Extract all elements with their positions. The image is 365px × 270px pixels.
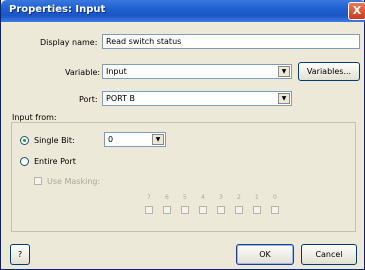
ok-button[interactable]: OK <box>236 244 294 265</box>
bit-label-1: 1 <box>255 194 259 201</box>
bit-checkbox-3[interactable] <box>217 206 225 214</box>
single-bit-label[interactable]: Single Bit: <box>34 136 75 145</box>
bit-checkbox-1[interactable] <box>253 206 261 214</box>
variables-button[interactable]: Variables... <box>298 62 360 81</box>
bit-checkbox-2[interactable] <box>235 206 243 214</box>
help-button[interactable]: ? <box>10 244 30 265</box>
bit-label-3: 3 <box>219 194 223 201</box>
cancel-button[interactable]: Cancel <box>301 244 357 265</box>
title-bar[interactable]: Properties: Input X <box>1 0 365 22</box>
entire-port-label[interactable]: Entire Port <box>34 157 76 166</box>
bit-checkbox-6[interactable] <box>163 206 171 214</box>
bit-checkbox-7[interactable] <box>145 206 153 214</box>
variable-dropdown[interactable]: Input ▼ <box>102 64 292 79</box>
bit-label-4: 4 <box>201 194 205 201</box>
dropdown-arrow-icon[interactable]: ▼ <box>278 93 290 104</box>
dropdown-arrow-icon[interactable]: ▼ <box>278 66 290 77</box>
bit-checkbox-0[interactable] <box>271 206 279 214</box>
bit-checkbox-4[interactable] <box>199 206 207 214</box>
bit-label-0: 0 <box>273 194 277 201</box>
bit-label-7: 7 <box>147 194 151 201</box>
input-from-label: Input from: <box>12 113 57 122</box>
entire-port-radio[interactable] <box>20 157 29 166</box>
variable-value: Input <box>106 67 127 76</box>
bit-label-6: 6 <box>165 194 169 201</box>
port-dropdown[interactable]: PORT B ▼ <box>102 91 292 106</box>
variable-label: Variable: <box>65 68 101 77</box>
dropdown-arrow-icon[interactable]: ▼ <box>152 134 164 145</box>
single-bit-dropdown[interactable]: 0 ▼ <box>104 132 166 147</box>
port-value: PORT B <box>106 94 136 103</box>
single-bit-radio[interactable] <box>20 136 29 145</box>
single-bit-value: 0 <box>108 135 114 144</box>
close-button[interactable]: X <box>348 2 365 20</box>
port-label: Port: <box>79 95 98 104</box>
bit-label-5: 5 <box>183 194 187 201</box>
bit-label-2: 2 <box>237 194 241 201</box>
use-masking-label: Use Masking: <box>47 177 101 186</box>
properties-dialog: Properties: Input X Display name: Read s… <box>0 0 365 270</box>
use-masking-checkbox[interactable] <box>34 177 42 185</box>
bit-checkbox-5[interactable] <box>181 206 189 214</box>
display-name-label: Display name: <box>40 38 98 47</box>
display-name-input[interactable]: Read switch status <box>102 34 360 49</box>
window-title: Properties: Input <box>9 4 106 15</box>
